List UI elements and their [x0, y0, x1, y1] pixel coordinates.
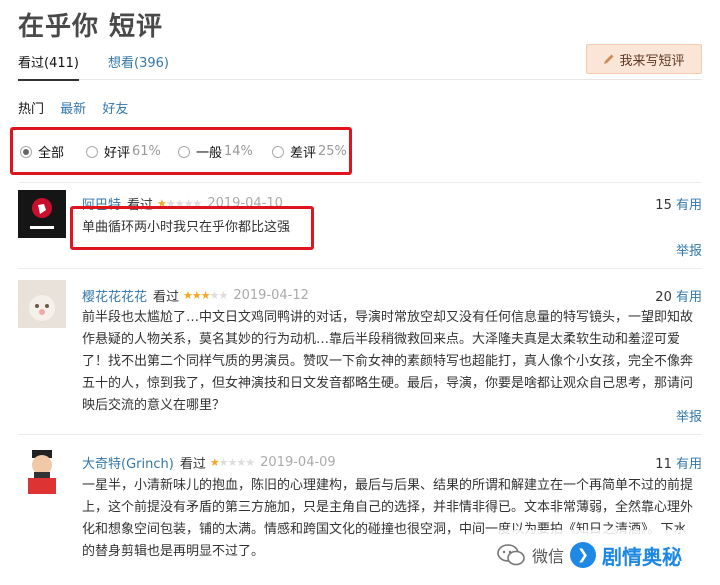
report-link[interactable]: 举报	[676, 406, 702, 425]
wechat-icon	[497, 544, 525, 566]
divider	[18, 268, 702, 269]
wechat-label: 微信	[532, 547, 565, 566]
useful-vote[interactable]: 20 有用	[655, 286, 702, 305]
tab-want[interactable]: 想看(396)	[108, 52, 169, 71]
filter-all[interactable]: 全部	[20, 142, 64, 161]
sort-friends[interactable]: 好友	[102, 102, 128, 117]
write-comment-button[interactable]: 我来写短评	[586, 44, 702, 74]
divider	[18, 434, 702, 435]
useful-count: 20	[655, 290, 672, 305]
filter-label: 差评	[290, 146, 317, 161]
useful-count: 15	[655, 198, 672, 213]
comment-status: 看过	[153, 290, 180, 305]
filter-percent: 61%	[132, 144, 161, 159]
sort-bar: 热门 最新 好友	[18, 98, 140, 117]
rating-stars: ★★★★★	[183, 289, 228, 302]
useful-count: 11	[655, 457, 672, 472]
avatar[interactable]	[18, 446, 66, 494]
filter-percent: 25%	[318, 144, 347, 159]
tab-seen[interactable]: 看过(411)	[18, 52, 79, 81]
comment-author[interactable]: 大奇特(Grinch)	[82, 453, 174, 472]
comment-meta: 樱花花花花 看过 ★★★★★ 2019-04-12	[82, 286, 309, 305]
comment-status: 看过	[179, 457, 206, 472]
comment-date: 2019-04-09	[260, 455, 336, 470]
radio-icon	[86, 145, 98, 158]
divider	[18, 182, 702, 183]
radio-icon	[272, 145, 284, 158]
avatar[interactable]	[18, 190, 66, 238]
comment-text: 前半段也太尴尬了…中文日文鸡同鸭讲的对话，导演时常放空却又没有任何信息量的特写镜…	[82, 310, 694, 413]
filter-label: 一般	[196, 146, 223, 161]
comment-meta: 大奇特(Grinch) 看过 ★★★★★ 2019-04-09	[82, 453, 336, 472]
filter-bad[interactable]: 差评 25%	[272, 142, 347, 161]
filter-label: 好评	[104, 146, 131, 161]
filter-neutral[interactable]: 一般 14%	[178, 142, 253, 161]
brand-name: 剧情奥秘	[602, 544, 683, 569]
comment-text: 单曲循环两小时我只在乎你都比这强	[82, 220, 291, 235]
pencil-icon	[604, 54, 614, 64]
comment-author[interactable]: 樱花花花花	[82, 286, 147, 305]
radio-icon	[178, 145, 190, 158]
useful-link[interactable]: 有用	[676, 198, 702, 213]
sort-hot[interactable]: 热门	[18, 102, 44, 117]
rating-stars: ★★★★★	[209, 456, 255, 469]
useful-vote[interactable]: 11 有用	[655, 453, 702, 472]
write-comment-label: 我来写短评	[619, 53, 685, 69]
comment-date: 2019-04-12	[233, 288, 309, 303]
filter-percent: 14%	[224, 144, 253, 159]
radio-selected-icon	[20, 145, 32, 158]
sort-latest[interactable]: 最新	[60, 102, 86, 117]
page-title: 在乎你 短评	[18, 12, 164, 42]
brand-logo-icon: ❯	[570, 542, 597, 568]
avatar[interactable]	[18, 280, 66, 328]
useful-vote[interactable]: 15 有用	[655, 194, 702, 213]
watermark: 微信 ❯ 剧情奥秘	[496, 530, 710, 580]
useful-link[interactable]: 有用	[676, 290, 702, 305]
filter-good[interactable]: 好评 61%	[86, 142, 161, 161]
filter-label: 全部	[38, 146, 65, 161]
useful-link[interactable]: 有用	[676, 457, 702, 472]
report-link[interactable]: 举报	[676, 240, 702, 259]
